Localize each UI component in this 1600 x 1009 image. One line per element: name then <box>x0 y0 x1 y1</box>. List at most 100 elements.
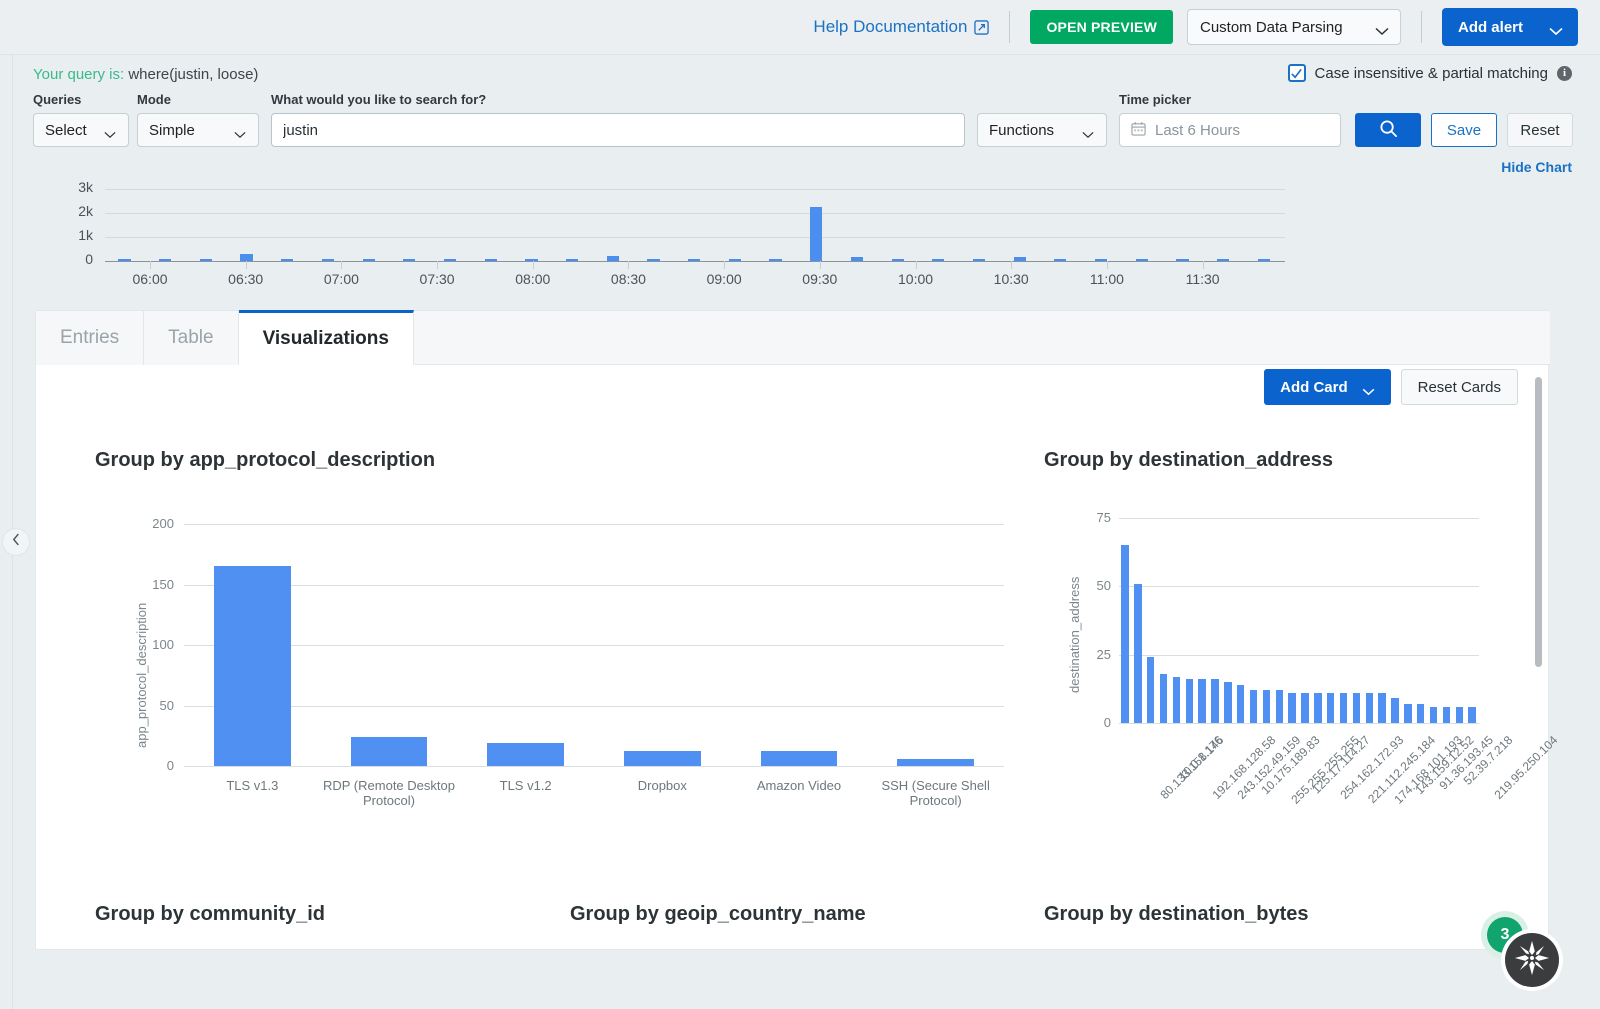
chart-bar[interactable] <box>1443 707 1450 723</box>
tab-visualizations[interactable]: Visualizations <box>239 310 414 365</box>
timepicker-value: Last 6 Hours <box>1155 122 1240 139</box>
timeline-bar[interactable] <box>1054 259 1066 261</box>
tab-entries[interactable]: Entries <box>36 311 144 365</box>
timeline-bar[interactable] <box>892 259 904 261</box>
chart-bar[interactable] <box>1224 682 1231 723</box>
chart-bar[interactable] <box>1404 704 1411 723</box>
timepicker-input[interactable]: Last 6 Hours <box>1119 113 1341 147</box>
chart-bar[interactable] <box>1198 679 1205 723</box>
timeline-bar[interactable] <box>1258 259 1270 261</box>
chart-bar[interactable] <box>1327 693 1334 723</box>
chart-bar[interactable] <box>1314 693 1321 723</box>
chart-bar[interactable] <box>1391 698 1398 723</box>
help-documentation-link[interactable]: Help Documentation <box>813 17 989 37</box>
tab-table[interactable]: Table <box>144 311 238 365</box>
chart-bar[interactable] <box>1186 679 1193 723</box>
hide-chart-link[interactable]: Hide Chart <box>1501 159 1572 175</box>
chart-bar[interactable] <box>897 759 974 766</box>
chart-bar[interactable] <box>1288 693 1295 723</box>
chart-y-tick-label: 150 <box>132 577 174 592</box>
chart-bar[interactable] <box>1134 584 1141 723</box>
chart-bar[interactable] <box>1456 707 1463 723</box>
chart-bar[interactable] <box>761 751 838 766</box>
timeline-bar[interactable] <box>932 259 944 261</box>
timeline-bar[interactable] <box>810 207 822 261</box>
help-documentation-label: Help Documentation <box>813 17 967 37</box>
timeline-bar[interactable] <box>1217 259 1229 261</box>
chart-bar[interactable] <box>1301 693 1308 723</box>
chart-app-protocol-description[interactable]: 200150100500app_protocol_descriptionTLS … <box>116 506 1026 806</box>
chart-bar[interactable] <box>1430 707 1437 723</box>
sidebar-collapse-button[interactable] <box>2 528 30 556</box>
timeline-bar[interactable] <box>607 256 619 261</box>
chart-bar[interactable] <box>1250 690 1257 723</box>
chart-bar[interactable] <box>1147 657 1154 723</box>
timepicker-caption: Time picker <box>1119 92 1341 108</box>
chart-bar[interactable] <box>1276 690 1283 723</box>
chart-bar[interactable] <box>1417 704 1424 723</box>
timeline-bar[interactable] <box>363 259 375 261</box>
timeline-bar[interactable] <box>1014 257 1026 261</box>
chart-bar[interactable] <box>1160 674 1167 723</box>
queries-select[interactable]: Select <box>33 113 129 147</box>
timeline-bar[interactable] <box>973 259 985 261</box>
data-parsing-select[interactable]: Custom Data Parsing <box>1187 9 1401 45</box>
timeline-bar[interactable] <box>118 259 130 261</box>
chart-bar[interactable] <box>1353 693 1360 723</box>
open-preview-button[interactable]: OPEN PREVIEW <box>1030 10 1173 44</box>
functions-select[interactable]: Functions <box>977 113 1107 147</box>
chevron-down-icon <box>1549 23 1562 31</box>
timeline-bar[interactable] <box>688 259 700 261</box>
chart-bar[interactable] <box>1378 693 1385 723</box>
timeline-bar[interactable] <box>403 259 415 261</box>
search-input[interactable] <box>271 113 965 147</box>
reset-cards-button[interactable]: Reset Cards <box>1401 369 1518 405</box>
search-submit-field <box>1355 92 1421 147</box>
case-insensitive-toggle[interactable]: Case insensitive & partial matching i <box>1288 64 1572 82</box>
case-insensitive-checkbox[interactable] <box>1288 64 1306 82</box>
tab-label: Table <box>168 327 213 349</box>
fab-compass-star-button[interactable] <box>1505 933 1559 987</box>
chart-bar[interactable] <box>1263 690 1270 723</box>
timeline-bar[interactable] <box>444 259 456 261</box>
timeline-bar[interactable] <box>769 259 781 261</box>
chart-bar[interactable] <box>1237 685 1244 723</box>
timeline-bar[interactable] <box>240 254 252 261</box>
timeline-bar[interactable] <box>159 259 171 261</box>
timeline-x-tick <box>724 261 725 269</box>
timeline-bar[interactable] <box>1095 259 1107 261</box>
chart-bar[interactable] <box>487 743 564 766</box>
chart-bar[interactable] <box>1121 545 1128 723</box>
timeline-x-tick <box>1011 261 1012 269</box>
save-button[interactable]: Save <box>1431 113 1497 147</box>
chart-bar[interactable] <box>1173 677 1180 723</box>
timeline-bar[interactable] <box>1176 259 1188 261</box>
add-card-button[interactable]: Add Card <box>1264 369 1391 405</box>
timeline-bar[interactable] <box>525 259 537 261</box>
add-alert-button[interactable]: Add alert <box>1442 8 1578 46</box>
info-icon[interactable]: i <box>1557 66 1572 81</box>
timeline-bar[interactable] <box>200 259 212 261</box>
timeline-bar[interactable] <box>851 257 863 261</box>
timeline-bar[interactable] <box>485 259 497 261</box>
chart-bar[interactable] <box>1468 707 1475 723</box>
chart-bar[interactable] <box>1211 679 1218 723</box>
mode-select[interactable]: Simple <box>137 113 259 147</box>
timeline-bar[interactable] <box>322 259 334 261</box>
chart-destination-address[interactable]: 7550250destination_address80.133.158.146… <box>1061 506 1491 761</box>
panel-scrollbar[interactable] <box>1535 377 1542 667</box>
chart-bar[interactable] <box>214 566 291 766</box>
chart-bar[interactable] <box>1340 693 1347 723</box>
search-button[interactable] <box>1355 113 1421 147</box>
reset-button[interactable]: Reset <box>1507 113 1573 147</box>
current-query-readout: Your query is: where(justin, loose) <box>33 66 258 83</box>
timeline-chart[interactable]: 3k2k1k006:0006:3007:0007:3008:0008:3009:… <box>35 181 1285 291</box>
chart-bar[interactable] <box>351 737 428 766</box>
timeline-bar[interactable] <box>1136 259 1148 261</box>
timeline-bar[interactable] <box>281 259 293 261</box>
timeline-bar[interactable] <box>566 259 578 261</box>
timeline-bar[interactable] <box>729 259 741 261</box>
chart-bar[interactable] <box>1366 693 1373 723</box>
timeline-bar[interactable] <box>647 259 659 261</box>
chart-bar[interactable] <box>624 751 701 766</box>
